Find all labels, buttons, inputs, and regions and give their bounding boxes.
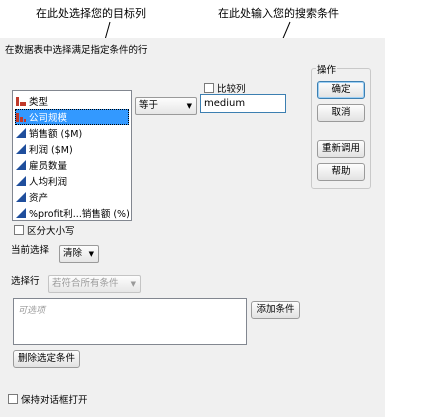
add-condition-button[interactable]: 添加条件 bbox=[251, 301, 300, 319]
column-name: 销售额 ($M) bbox=[29, 129, 83, 140]
dropdown-arrow-icon: ▼ bbox=[88, 250, 94, 258]
continuous-triangle-icon bbox=[16, 176, 26, 186]
list-item-column[interactable]: %profit利...销售额 (%) bbox=[15, 205, 129, 221]
continuous-triangle-icon bbox=[16, 144, 26, 154]
cancel-button[interactable]: 取消 bbox=[317, 104, 365, 122]
continuous-triangle-icon bbox=[16, 160, 26, 170]
column-name: 公司规模 bbox=[29, 113, 68, 124]
column-name: 利润 ($M) bbox=[29, 145, 73, 156]
select-rows-value: 若符合所有条件 bbox=[52, 278, 119, 289]
operator-select[interactable]: 等于 ▼ bbox=[135, 97, 197, 115]
column-name: 资产 bbox=[29, 193, 49, 204]
continuous-triangle-icon bbox=[16, 192, 26, 202]
column-name: %profit利...销售额 (%) bbox=[29, 209, 129, 220]
current-selection-label: 当前选择 bbox=[11, 245, 50, 256]
compare-column-checkbox[interactable] bbox=[204, 83, 214, 93]
column-name: 人均利润 bbox=[29, 177, 68, 188]
remove-condition-button[interactable]: 删除选定条件 bbox=[13, 350, 80, 368]
actions-title: 操作 bbox=[316, 62, 338, 76]
list-item-column[interactable]: 人均利润 bbox=[15, 173, 129, 189]
continuous-triangle-icon bbox=[16, 128, 26, 138]
select-rows-label: 选择行 bbox=[11, 276, 40, 287]
help-button[interactable]: 帮助 bbox=[317, 163, 365, 181]
case-sensitive-checkbox[interactable] bbox=[14, 225, 24, 235]
nominal-bar-icon bbox=[16, 97, 26, 106]
compare-column-label: 比较列 bbox=[217, 84, 246, 95]
list-item-column[interactable]: 类型 bbox=[15, 93, 129, 109]
case-sensitive-label: 区分大小写 bbox=[27, 226, 75, 237]
dropdown-arrow-icon: ▼ bbox=[130, 280, 136, 288]
current-selection-select[interactable]: 清除 ▼ bbox=[59, 245, 99, 263]
column-list[interactable]: 类型 公司规模 销售额 ($M) 利润 ($M) 雇员数量 人均利润 资产 %p… bbox=[12, 90, 132, 221]
continuous-triangle-icon bbox=[16, 208, 26, 218]
column-name: 类型 bbox=[29, 97, 49, 108]
column-name: 雇员数量 bbox=[29, 161, 68, 172]
operator-value: 等于 bbox=[139, 100, 159, 111]
conditions-list[interactable]: 可选项 bbox=[13, 298, 247, 345]
list-item-column[interactable]: 销售额 ($M) bbox=[15, 125, 129, 141]
current-selection-value: 清除 bbox=[63, 248, 83, 259]
list-item-column[interactable]: 资产 bbox=[15, 189, 129, 205]
keep-open-checkbox[interactable] bbox=[8, 394, 18, 404]
ordinal-bar-icon bbox=[16, 113, 26, 122]
list-item-column[interactable]: 雇员数量 bbox=[15, 157, 129, 173]
ok-button[interactable]: 确定 bbox=[317, 81, 365, 99]
search-value-input[interactable]: medium bbox=[200, 94, 286, 113]
keep-open-label: 保持对话框打开 bbox=[21, 395, 88, 406]
list-item-column-selected[interactable]: 公司规模 bbox=[15, 109, 129, 125]
dropdown-arrow-icon: ▼ bbox=[186, 102, 192, 110]
dialog-description: 在数据表中选择满足指定条件的行 bbox=[5, 45, 148, 56]
conditions-placeholder: 可选项 bbox=[18, 306, 46, 316]
select-rows-select[interactable]: 若符合所有条件 ▼ bbox=[48, 275, 141, 293]
page: { "callouts": { "select_column": "在此处选择您… bbox=[0, 0, 437, 417]
list-item-column[interactable]: 利润 ($M) bbox=[15, 141, 129, 157]
recall-button[interactable]: 重新调用 bbox=[317, 140, 365, 158]
